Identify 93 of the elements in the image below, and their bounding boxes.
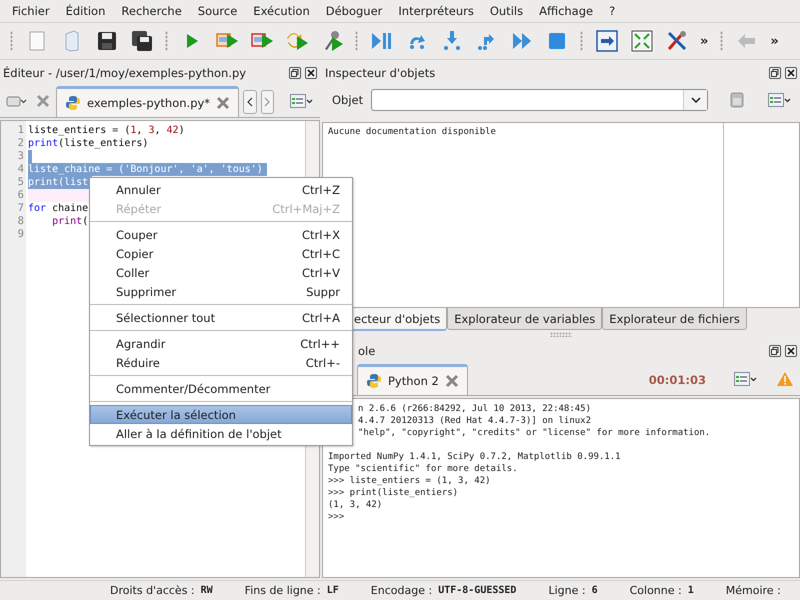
menu-item[interactable]: Affichage xyxy=(531,4,602,18)
close-icon xyxy=(787,69,795,77)
console-line: >>> xyxy=(328,511,346,523)
status-value: 1 xyxy=(688,585,694,596)
close-button[interactable] xyxy=(785,345,797,357)
menu-item[interactable]: Coller Ctrl+V xyxy=(90,263,352,282)
close-icon xyxy=(36,94,50,108)
file-tab[interactable]: exemples-python.py* xyxy=(56,86,240,117)
status-value: 6 xyxy=(592,585,598,596)
status-value: RW xyxy=(200,585,213,596)
line-number: 3 xyxy=(16,150,25,163)
menu-item[interactable]: Couper Ctrl+X xyxy=(90,225,352,244)
status-label: Fins de ligne : xyxy=(244,584,321,597)
menu-item[interactable]: Source xyxy=(190,4,246,18)
code-line: for chaine xyxy=(28,202,88,215)
code-line: print(liste_entiers) xyxy=(28,137,148,150)
undock-button[interactable] xyxy=(769,67,781,79)
arrows-box-icon xyxy=(630,29,654,53)
toolbar-overflow[interactable]: » xyxy=(766,34,783,48)
toolbar-overflow[interactable]: » xyxy=(696,34,712,48)
chevron-down-icon xyxy=(690,97,700,103)
menu-item[interactable]: Commenter/Décommenter xyxy=(90,379,352,398)
menu-item[interactable]: Outils xyxy=(482,4,532,18)
chevron-right-icon xyxy=(264,97,270,107)
menu-item[interactable]: Déboguer xyxy=(318,4,390,18)
menu-item[interactable]: Réduire Ctrl+- xyxy=(90,353,352,372)
line-number: 7 xyxy=(16,202,25,215)
menu-item[interactable]: ? xyxy=(601,4,624,18)
close-icon[interactable] xyxy=(216,96,230,110)
menu-item[interactable]: Exécution xyxy=(245,4,318,18)
menu-item[interactable]: Exécuter la sélection xyxy=(90,405,352,424)
chevron-left-icon xyxy=(246,97,253,107)
close-icon xyxy=(307,69,315,77)
line-number: 8 xyxy=(16,215,25,228)
close-icon xyxy=(787,347,795,355)
restore-icon xyxy=(291,69,299,77)
status-label: Colonne : xyxy=(630,584,682,597)
console-line: >>> liste_entiers = (1, 3, 42) xyxy=(328,475,492,487)
menu-item[interactable]: Agrandir Ctrl++ xyxy=(90,334,352,353)
line-number: 9 xyxy=(16,228,25,241)
menu-item[interactable]: Aller à la définition de l'objet xyxy=(90,424,352,443)
menu-item[interactable]: Fichier xyxy=(4,4,58,18)
status-label: Mémoire : xyxy=(726,584,781,597)
code-line: liste_entiers = (1, 3, 42) xyxy=(28,124,185,137)
line-number: 5 xyxy=(16,176,25,189)
close-button[interactable] xyxy=(305,67,317,79)
menu-item[interactable]: Annuler Ctrl+Z xyxy=(90,180,352,199)
elapsed-time: 00:01:03 xyxy=(648,373,706,387)
console-line: (1, 3, 42) xyxy=(328,499,384,511)
restore-icon xyxy=(771,347,779,355)
menu-item[interactable]: Édition xyxy=(58,4,114,18)
tabs-icon xyxy=(6,94,28,108)
options-icon xyxy=(734,372,758,386)
pane-title: Éditeur - /user/1/moy/exemples-python.py xyxy=(3,66,246,80)
line-number: 6 xyxy=(16,189,25,202)
menu-item[interactable]: Supprimer Suppr xyxy=(90,282,352,301)
object-label: Objet xyxy=(332,93,364,107)
python-logo-icon xyxy=(366,373,382,389)
pane-title: Inspecteur d'objets xyxy=(325,66,436,80)
status-value: LF xyxy=(326,585,339,596)
console-line: "help", "copyright", "credits" or "license" for more information. xyxy=(358,427,712,439)
menu-item[interactable]: Copier Ctrl+C xyxy=(90,244,352,263)
line-number: 4 xyxy=(16,163,25,176)
console-line: n 2.6.6 (r266:84292, Jul 10 2013, 22:48:45) xyxy=(358,403,592,415)
pane-tab[interactable]: Explorateur de fichiers xyxy=(602,308,747,330)
dropdown-button[interactable] xyxy=(683,90,707,110)
undock-button[interactable] xyxy=(769,345,781,357)
floppy-disks-icon xyxy=(130,29,154,53)
console-tab[interactable]: Python 2 xyxy=(357,364,468,395)
pane-tab[interactable]: Explorateur de variables xyxy=(447,308,602,330)
lock-icon xyxy=(730,92,744,108)
menu-item[interactable]: Interpréteurs xyxy=(390,4,482,18)
console-line: Type "scientific" for more details. xyxy=(328,463,519,475)
menu-item[interactable]: Recherche xyxy=(113,4,190,18)
close-button[interactable] xyxy=(785,67,797,79)
status-label: Encodage : xyxy=(370,584,432,597)
pane-title: ole xyxy=(358,344,376,358)
previous-tab-button[interactable] xyxy=(243,90,257,114)
console-line: 4.4.7 20120313 (Red Hat 4.4.7-3)] on linux2 xyxy=(358,415,592,427)
console-line: Imported NumPy 1.4.1, SciPy 0.7.2, Matplotlib 0.99.1.1 xyxy=(328,451,622,463)
close-icon[interactable] xyxy=(444,374,459,388)
undock-button[interactable] xyxy=(289,67,301,79)
status-label: Droits d'accès : xyxy=(110,584,195,597)
status-value: UTF-8-GUESSED xyxy=(438,585,516,596)
line-number: 1 xyxy=(16,124,25,137)
restore-icon xyxy=(771,69,779,77)
line-number: 2 xyxy=(16,137,25,150)
python-logo-icon xyxy=(65,95,81,111)
console-line: >>> print(liste_entiers) xyxy=(328,487,460,499)
options-icon xyxy=(290,94,314,108)
code-line: print( xyxy=(51,215,88,228)
status-label: Ligne : xyxy=(548,584,586,597)
options-icon xyxy=(768,93,792,107)
